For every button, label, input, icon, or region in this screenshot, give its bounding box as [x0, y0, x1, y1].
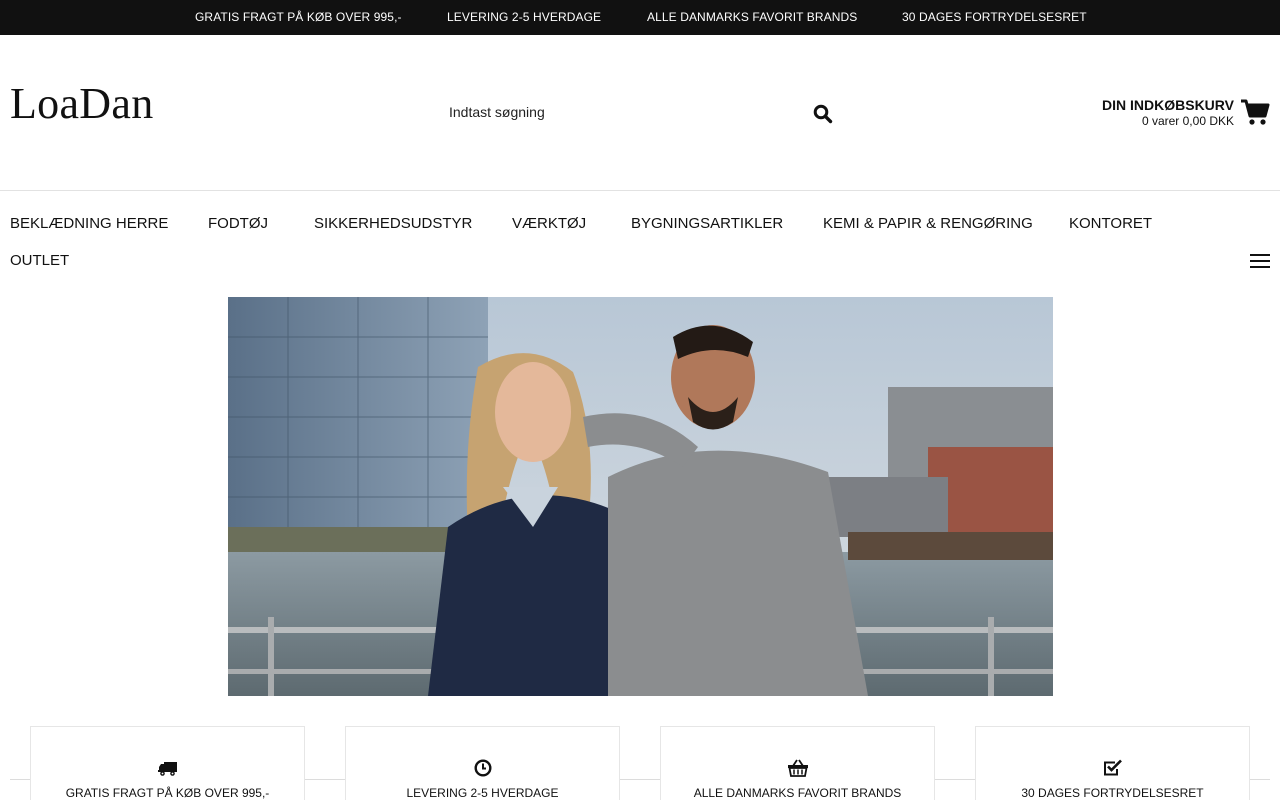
shopping-cart-icon: [1241, 99, 1270, 125]
announcement-free-shipping: GRATIS FRAGT PÅ KØB OVER 995,-: [195, 10, 402, 24]
truck-icon: [158, 762, 177, 776]
nav-item-beklaedning-herre[interactable]: BEKLÆDNING HERRE: [10, 215, 168, 232]
nav-item-kontoret[interactable]: KONTORET: [1069, 215, 1152, 232]
basket-icon: [788, 759, 808, 777]
search-bar: [440, 92, 840, 136]
usp-box-delivery: LEVERING 2-5 HVERDAGE: [345, 726, 620, 800]
cart-summary: 0 varer 0,00 DKK: [1141, 114, 1234, 128]
nav-item-kemi-papir-rengoring[interactable]: KEMI & PAPIR & RENGØRING: [823, 215, 1033, 232]
clock-icon: [474, 759, 492, 777]
usp-label: 30 DAGES FORTRYDELSESRET: [1021, 786, 1204, 800]
usp-box-returns: 30 DAGES FORTRYDELSESRET: [975, 726, 1250, 800]
usp-label: GRATIS FRAGT PÅ KØB OVER 995,-: [65, 786, 270, 800]
nav-item-vaerktoj[interactable]: VÆRKTØJ: [512, 215, 586, 232]
search-button[interactable]: [812, 104, 834, 126]
nav-item-fodtoj[interactable]: FODTØJ: [208, 215, 268, 232]
site-logo[interactable]: LoaDan: [10, 78, 154, 129]
usp-box-brands: ALLE DANMARKS FAVORIT BRANDS: [660, 726, 935, 800]
nav-item-sikkerhedsudstyr[interactable]: SIKKERHEDSUDSTYR: [314, 215, 472, 232]
usp-label: LEVERING 2-5 HVERDAGE: [406, 786, 559, 800]
hamburger-menu-icon[interactable]: [1250, 253, 1270, 269]
cart-widget[interactable]: DIN INDKØBSKURV 0 varer 0,00 DKK: [1090, 96, 1270, 130]
announcement-brands: ALLE DANMARKS FAVORIT BRANDS: [647, 10, 858, 24]
hero-banner[interactable]: [228, 297, 1053, 696]
nav-item-outlet[interactable]: OUTLET: [10, 252, 69, 269]
search-input[interactable]: [440, 92, 840, 132]
usp-label: ALLE DANMARKS FAVORIT BRANDS: [693, 786, 902, 800]
cart-title: DIN INDKØBSKURV: [1102, 97, 1234, 113]
nav-item-bygningsartikler[interactable]: BYGNINGSARTIKLER: [631, 215, 783, 232]
hero-image: [228, 297, 1053, 696]
announcement-delivery: LEVERING 2-5 HVERDAGE: [447, 10, 602, 24]
header-divider: [0, 190, 1280, 191]
usp-box-free-shipping: GRATIS FRAGT PÅ KØB OVER 995,-: [30, 726, 305, 800]
announcement-returns: 30 DAGES FORTRYDELSESRET: [902, 10, 1087, 24]
announcement-bar: GRATIS FRAGT PÅ KØB OVER 995,- LEVERING …: [0, 0, 1280, 35]
search-icon: [813, 104, 833, 124]
check-square-icon: [1104, 759, 1122, 776]
